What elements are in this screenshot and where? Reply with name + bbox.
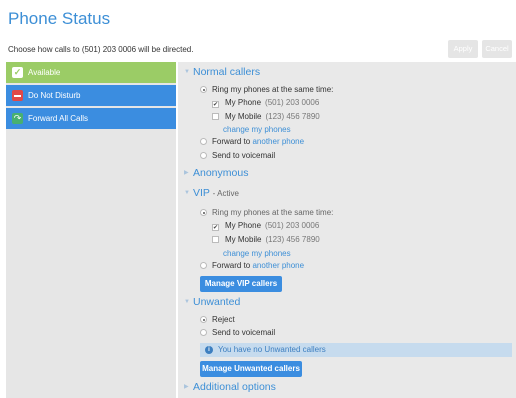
checkbox-label: My Mobile (225, 112, 262, 121)
radio-icon (200, 152, 207, 159)
section-normal-callers[interactable]: ▼ Normal callers (184, 66, 260, 78)
checkbox-checked-icon: ✔ (212, 224, 219, 231)
checkbox-icon (212, 113, 219, 120)
forward-icon: ↷ (12, 113, 23, 124)
radio-label: Send to voicemail (212, 328, 276, 337)
section-header: Additional options (193, 381, 276, 393)
info-text: You have no Unwanted callers (218, 345, 326, 354)
checkbox-my-mobile[interactable]: My Mobile (123) 456 7890 (212, 112, 320, 121)
status-option-label: Do Not Disturb (28, 91, 81, 100)
collapse-triangle-icon: ▼ (184, 190, 190, 196)
radio-icon (200, 209, 207, 216)
radio-label: Ring my phones at the same time: (212, 85, 334, 94)
vip-change-my-phones-link[interactable]: change my phones (223, 249, 291, 258)
section-header: Normal callers (193, 66, 261, 78)
status-option-label: Available (28, 68, 61, 77)
another-phone-link[interactable]: another phone (252, 137, 304, 146)
page-title: Phone Status (8, 9, 111, 28)
checkbox-label: My Phone (225, 221, 262, 230)
radio-ring-all[interactable]: Ring my phones at the same time: (200, 85, 333, 94)
unwanted-info-banner: i You have no Unwanted callers (200, 343, 512, 357)
radio-label: Forward to (212, 137, 251, 146)
section-anonymous[interactable]: ▶ Anonymous (184, 167, 248, 179)
section-header: Unwanted (193, 296, 241, 308)
info-icon: i (205, 346, 213, 354)
radio-voicemail[interactable]: Send to voicemail (200, 151, 275, 160)
radio-reject[interactable]: Reject (200, 315, 235, 324)
cancel-button[interactable]: Cancel (482, 40, 512, 58)
manage-vip-callers-button[interactable]: Manage VIP callers (200, 276, 282, 292)
status-option-do-not-disturb[interactable]: Do Not Disturb (6, 85, 176, 106)
radio-label: Ring my phones at the same time: (212, 208, 334, 217)
no-entry-icon (12, 90, 23, 101)
checkbox-label: My Phone (225, 98, 262, 107)
vip-another-phone-link[interactable]: another phone (252, 261, 304, 270)
expand-triangle-icon: ▶ (184, 384, 189, 390)
section-unwanted[interactable]: ▼ Unwanted (184, 296, 240, 308)
phone-number: (123) 456 7890 (265, 112, 320, 121)
radio-label: Send to voicemail (212, 151, 276, 160)
section-additional-options[interactable]: ▶ Additional options (184, 381, 276, 393)
radio-icon (200, 329, 207, 336)
status-option-label: Forward All Calls (28, 114, 89, 123)
radio-unwanted-voicemail[interactable]: Send to voicemail (200, 328, 275, 337)
radio-icon (200, 262, 207, 269)
radio-label: Reject (212, 315, 235, 324)
radio-label: Forward to (212, 261, 251, 270)
phone-number: (123) 456 7890 (265, 235, 320, 244)
radio-vip-ring-all[interactable]: Ring my phones at the same time: (200, 208, 333, 217)
section-vip[interactable]: ▼ VIP - Active (184, 187, 239, 199)
checkbox-my-phone[interactable]: ✔ My Phone (501) 203 0006 (212, 98, 319, 108)
checkbox-vip-my-mobile[interactable]: My Mobile (123) 456 7890 (212, 235, 320, 244)
section-header: VIP (193, 187, 210, 199)
status-option-forward-all[interactable]: ↷ Forward All Calls (6, 108, 176, 129)
radio-icon (200, 316, 207, 323)
checkbox-vip-my-phone[interactable]: ✔ My Phone (501) 203 0006 (212, 221, 319, 231)
collapse-triangle-icon: ▼ (184, 299, 190, 305)
phone-number: (501) 203 0006 (265, 221, 320, 230)
checkbox-label: My Mobile (225, 235, 262, 244)
checkbox-icon (212, 236, 219, 243)
radio-icon (200, 86, 207, 93)
page-subtitle: Choose how calls to (501) 203 0006 will … (8, 45, 194, 54)
radio-vip-forward[interactable]: Forward to another phone (200, 261, 304, 270)
status-badge: - Active (212, 189, 239, 198)
change-my-phones-link[interactable]: change my phones (223, 125, 291, 134)
apply-button[interactable]: Apply (448, 40, 478, 58)
radio-icon (200, 138, 207, 145)
checkbox-checked-icon: ✔ (212, 101, 219, 108)
section-header: Anonymous (193, 167, 249, 179)
expand-triangle-icon: ▶ (184, 170, 189, 176)
radio-forward[interactable]: Forward to another phone (200, 137, 304, 146)
check-icon: ✓ (12, 67, 23, 78)
status-option-available[interactable]: ✓ Available (6, 62, 176, 83)
phone-number: (501) 203 0006 (265, 98, 320, 107)
manage-unwanted-callers-button[interactable]: Manage Unwanted callers (200, 361, 302, 377)
collapse-triangle-icon: ▼ (184, 69, 190, 75)
